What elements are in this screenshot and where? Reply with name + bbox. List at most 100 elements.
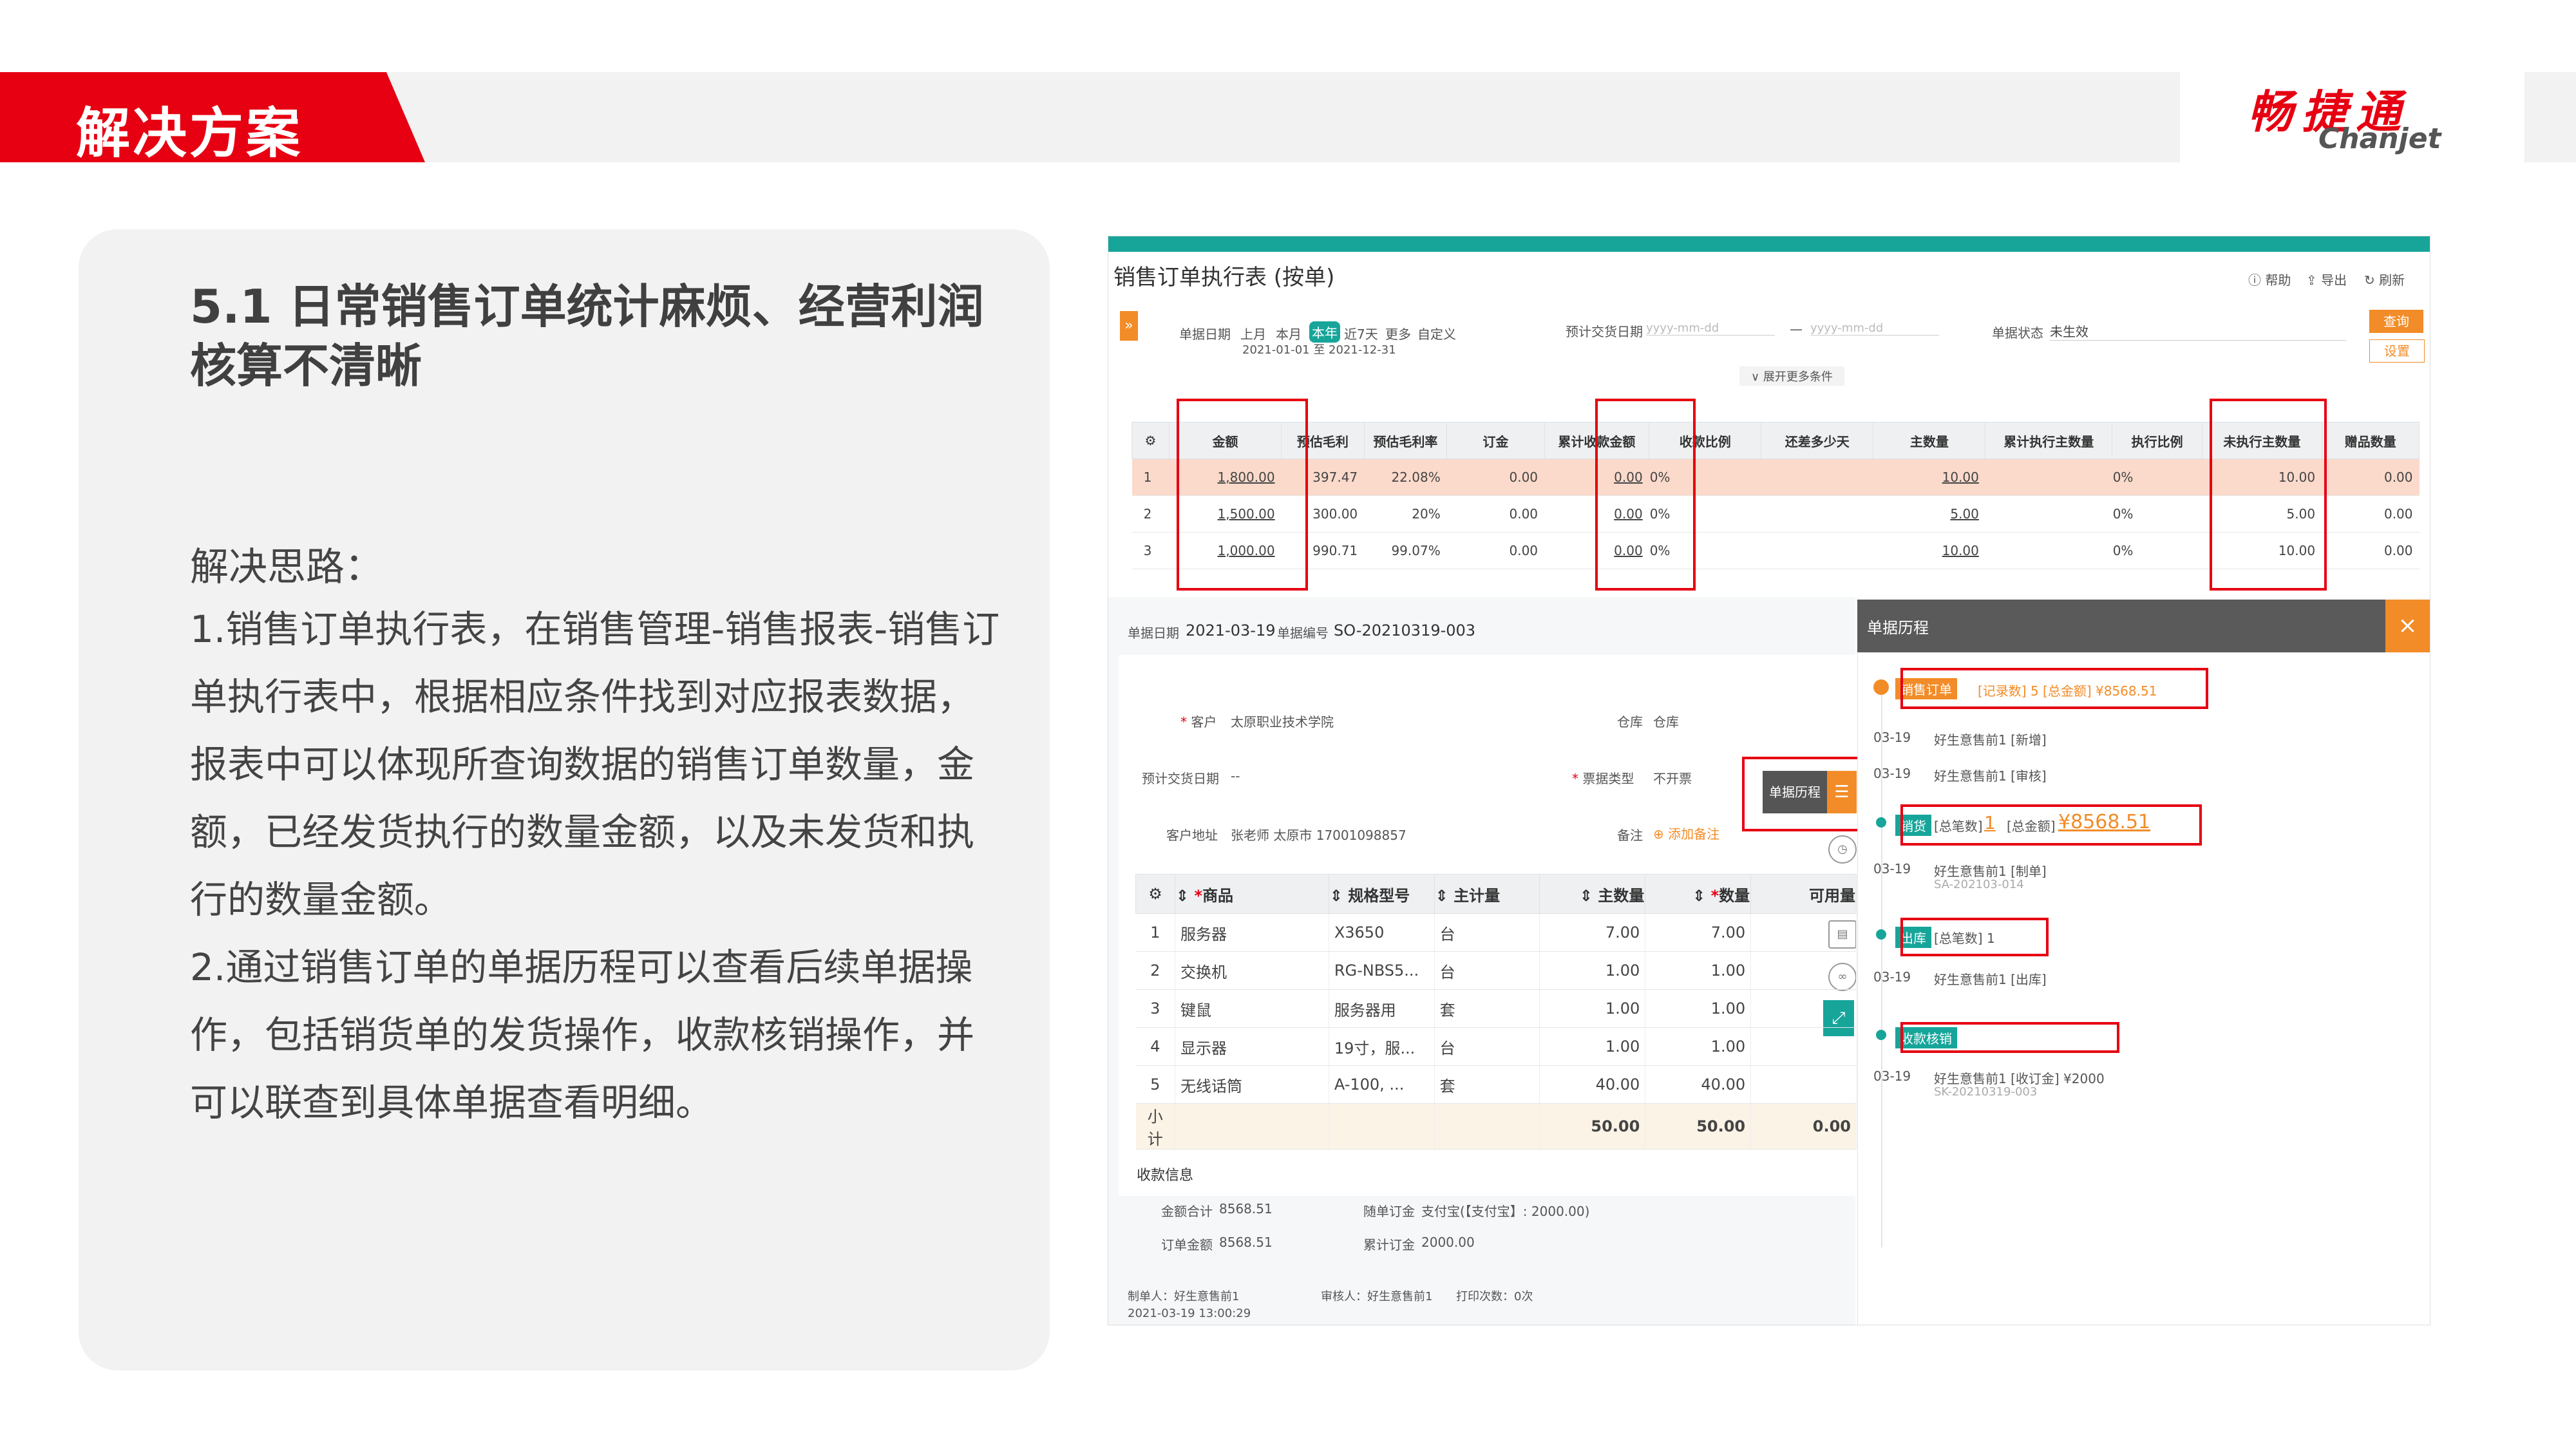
print-count: 打印次数：0次	[1456, 1290, 1533, 1303]
history-date: 03-19	[1873, 730, 1911, 745]
col-header[interactable]: 还差多少天	[1761, 422, 1874, 459]
clock-icon[interactable]: ◷	[1828, 835, 1857, 864]
delivery-to-input[interactable]: yyyy-mm-dd	[1810, 321, 1939, 336]
col-header[interactable]: 主数量	[1873, 422, 1986, 459]
receipt-deposit: 支付宝(【支付宝】: 2000.00)	[1421, 1204, 1590, 1219]
delivery-label: 预计交货日期	[1142, 771, 1219, 786]
highlight-history-button	[1742, 757, 1861, 831]
history-doc-no[interactable]: SK-20210319-003	[1934, 1085, 2037, 1099]
stage-dot	[1873, 679, 1889, 695]
warehouse-value[interactable]: 仓库	[1653, 712, 1679, 730]
col-header[interactable]: 订金	[1446, 422, 1545, 459]
paragraph-1: 1.销售订单执行表，在销售管理-销售报表-销售订单执行表中，根据相应条件找到对应…	[190, 607, 1000, 922]
doc-date-label: 单据日期	[1179, 327, 1231, 342]
make-time: 2021-03-19 13:00:29	[1128, 1307, 1251, 1320]
section-heading: 5.1 日常销售订单统计麻烦、经营利润核算不清晰	[190, 279, 984, 393]
banner-title: 解决方案	[76, 102, 303, 165]
period-custom[interactable]: 自定义	[1417, 324, 1456, 343]
receipt-accum: 2000.00	[1421, 1235, 1475, 1250]
receipt-title: 收款信息	[1137, 1168, 1194, 1184]
period-7days[interactable]: 近7天	[1344, 324, 1378, 343]
date-range-dash: —	[1790, 321, 1803, 337]
close-icon[interactable]: ×	[2385, 600, 2430, 652]
approach-label: 解决思路：	[190, 545, 383, 590]
history-panel-header	[1857, 600, 2430, 652]
period-this-year[interactable]: 本年	[1309, 321, 1340, 343]
delivery-from-input[interactable]: yyyy-mm-dd	[1646, 321, 1775, 336]
history-date: 03-19	[1873, 766, 1911, 781]
receipt-accum-label: 累计订金	[1363, 1237, 1415, 1253]
address-label: 客户地址	[1166, 828, 1218, 843]
highlight-stage2	[1900, 804, 2202, 846]
highlight-stage1	[1900, 668, 2208, 709]
history-entry: 好生意售前1 [审核]	[1934, 768, 2047, 784]
warehouse-label: 仓库	[1617, 714, 1643, 730]
history-date: 03-19	[1873, 861, 1911, 876]
setup-button[interactable]: 设置	[2369, 339, 2425, 363]
history-date: 03-19	[1873, 969, 1911, 985]
paragraph-2: 2.通过销售订单的单据历程可以查看后续单据操作，包括销货单的发货操作，收款核销操…	[190, 945, 975, 1124]
chanjet-logo-en: Chanjet	[2318, 122, 2441, 155]
customer-label: * 客户	[1180, 714, 1217, 730]
col-header[interactable]: ⇕ *数量	[1645, 874, 1752, 914]
detail-no-label: 单据编号	[1277, 625, 1329, 641]
col-header[interactable]: ⇕ 规格型号	[1328, 874, 1435, 914]
history-entry: 好生意售前1 [收订金] ¥2000	[1934, 1071, 2105, 1086]
highlight-unexecuted	[2210, 399, 2327, 591]
history-date: 03-19	[1873, 1068, 1911, 1084]
detail-date: 2021-03-19	[1186, 621, 1276, 639]
table-row[interactable]: 2 交换机 RG-NBS5... 台 1.00 1.00	[1135, 951, 1857, 990]
refresh-button[interactable]: ↻ 刷新	[2364, 270, 2405, 289]
stage-dot	[1876, 1030, 1886, 1040]
col-header[interactable]: ⇕ 主数量	[1539, 874, 1646, 914]
receipt-order: 8568.51	[1219, 1235, 1273, 1250]
period-more[interactable]: 更多	[1385, 324, 1411, 343]
customer-value[interactable]: 太原职业技术学院	[1231, 712, 1334, 730]
highlight-stage4	[1900, 1022, 2119, 1053]
col-header[interactable]: 累计执行主数量	[1985, 422, 2113, 459]
invoice-value[interactable]: 不开票	[1653, 768, 1692, 787]
expand-panel-button[interactable]: »	[1120, 311, 1138, 341]
period-this-month[interactable]: 本月	[1276, 324, 1302, 343]
stage-dot	[1876, 929, 1886, 940]
settings-icon[interactable]: ⚙	[1131, 422, 1170, 459]
col-header[interactable]: 预估毛利率	[1363, 422, 1448, 459]
export-button[interactable]: ⇪ 导出	[2306, 270, 2347, 289]
status-label: 单据状态	[1992, 325, 2043, 341]
remark-label: 备注	[1617, 828, 1643, 843]
expand-more-conditions[interactable]: ∨ 展开更多条件	[1739, 366, 1844, 386]
date-range: 2021-01-01 至 2021-12-31	[1242, 343, 1396, 357]
col-header[interactable]: 可用量	[1750, 874, 1857, 914]
table-row[interactable]: 4 显示器 19寸，服... 台 1.00 1.00	[1135, 1027, 1857, 1066]
app-screenshot: 销售订单执行表 (按单) ⓘ 帮助 ⇪ 导出 ↻ 刷新 » 单据日期 上月 本月…	[1108, 236, 2430, 1325]
history-entry: 好生意售前1 [制单]	[1934, 864, 2047, 879]
receipt-order-label: 订单金额	[1161, 1237, 1213, 1253]
receipt-total-label: 金额合计	[1161, 1204, 1213, 1219]
col-header[interactable]: 赠品数量	[2321, 422, 2420, 459]
report-title: 销售订单执行表 (按单)	[1113, 265, 1335, 290]
delivery-date-label: 预计交货日期	[1566, 324, 1643, 339]
history-panel-title: 单据历程	[1867, 619, 1929, 637]
settings-icon[interactable]: ⚙	[1135, 874, 1176, 914]
col-header[interactable]: 执行比例	[2112, 422, 2203, 459]
period-last-month[interactable]: 上月	[1240, 324, 1266, 343]
table-row[interactable]: 5 无线话筒 A-100, ... 套 40.00 40.00	[1135, 1065, 1857, 1104]
table-row[interactable]: 3 键鼠 服务器用 套 1.00 1.00	[1135, 989, 1857, 1028]
address-value: 张老师 太原市 17001098857	[1231, 828, 1406, 843]
col-header[interactable]: ⇕ *商品	[1175, 874, 1329, 914]
history-panel	[1857, 652, 2430, 1325]
add-remark-link[interactable]: ⊕ 添加备注	[1653, 824, 1719, 842]
query-button[interactable]: 查询	[2369, 310, 2423, 333]
history-doc-no[interactable]: SA-202103-014	[1934, 878, 2024, 891]
reviewer: 审核人：好生意售前1	[1321, 1290, 1433, 1303]
receipt-total: 8568.51	[1219, 1201, 1273, 1217]
detail-no: SO-20210319-003	[1334, 621, 1476, 639]
table-row[interactable]: 1 服务器 X3650 台 7.00 7.00	[1135, 913, 1857, 952]
stage-dot	[1876, 817, 1886, 828]
status-select[interactable]: 未生效	[2050, 321, 2346, 341]
help-button[interactable]: ⓘ 帮助	[2248, 270, 2291, 289]
history-entry: 好生意售前1 [新增]	[1934, 732, 2047, 748]
col-header[interactable]: ⇕ 主计量	[1434, 874, 1540, 914]
subtotal-row: 小计 50.00 50.00 0.00	[1135, 1103, 1857, 1150]
items-table: ⚙ ⇕ *商品 ⇕ 规格型号 ⇕ 主计量 ⇕ 主数量 ⇕ *数量 可用量 1 服…	[1135, 874, 1857, 1150]
